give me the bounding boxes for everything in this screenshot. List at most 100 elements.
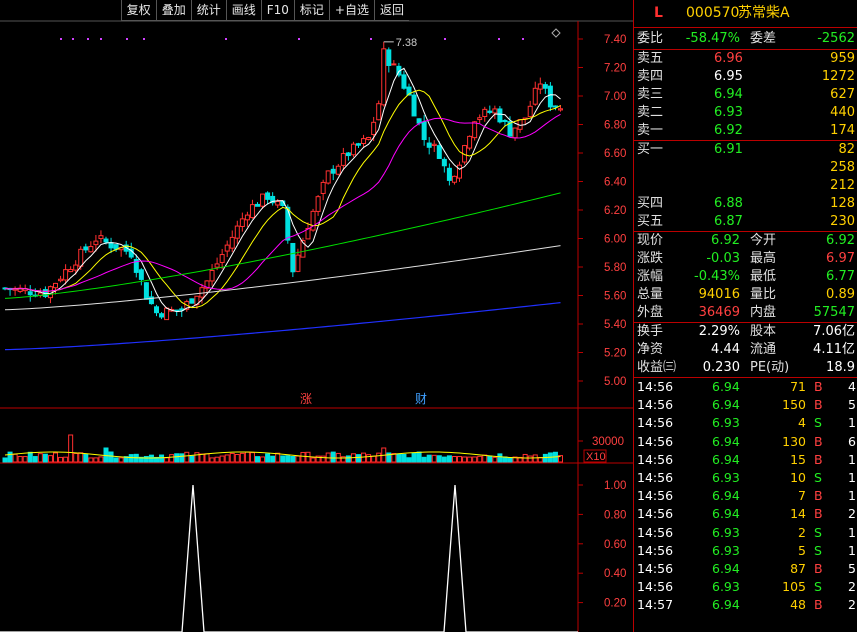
trade-volume: 130 xyxy=(782,433,806,449)
trade-ticks-list[interactable]: 14:56 6.94 71 B 4 14:56 6.94 150 B 5 14:56 6.93 4 S 1 1… xyxy=(634,378,857,614)
ask-level: 卖三 6.94 627 xyxy=(634,86,857,104)
volume-bar xyxy=(451,455,457,463)
bid-volume: 128 xyxy=(830,196,855,211)
trade-volume: 105 xyxy=(782,579,806,595)
candle-body xyxy=(552,105,558,108)
fund-row-2: 净资 4.44 流通 4.11亿 xyxy=(634,341,857,359)
bid-label: 买五 xyxy=(637,214,664,229)
event-dot xyxy=(87,38,89,40)
volume-bar xyxy=(477,455,483,463)
volume-bar xyxy=(275,452,281,463)
pe-value: 18.9 xyxy=(826,360,855,375)
mark-button[interactable]: 标记 xyxy=(293,0,329,21)
add-favorite-button[interactable]: +自选 xyxy=(328,0,374,21)
volume-bar xyxy=(22,456,28,463)
candle-body xyxy=(320,181,326,194)
volume-bar xyxy=(497,453,503,463)
candle-body xyxy=(477,117,483,121)
volume-bar xyxy=(270,455,276,463)
volume-bar xyxy=(32,456,38,463)
ask-price: 6.96 xyxy=(714,51,743,66)
candle-body xyxy=(340,153,346,166)
shares-label: 股本 xyxy=(750,324,777,339)
candle-body xyxy=(108,242,114,249)
open-price: 6.92 xyxy=(826,233,855,248)
price-tick-label: 6.60 xyxy=(604,148,626,160)
volume-bar xyxy=(219,455,225,463)
price-tick-label: 5.40 xyxy=(604,319,626,331)
candle-body xyxy=(431,143,437,147)
volume-unit-label: X10 xyxy=(586,451,606,463)
inner-label: 内盘 xyxy=(750,305,777,320)
outer-value: 36469 xyxy=(698,305,740,320)
trade-price: 6.93 xyxy=(712,469,740,485)
quote-row-change: 涨跌 -0.03 最高 6.97 xyxy=(634,250,857,268)
event-dot xyxy=(225,38,227,40)
kline-chart[interactable]: 7.40 7.20 7.00 6.80 6.60 6.40 6.20 6.00 5.80 5.60… xyxy=(0,0,633,632)
trade-tick-row: 14:56 6.94 15 B 1 xyxy=(634,451,857,469)
volume-bar xyxy=(527,455,533,463)
volume-bar xyxy=(224,454,230,463)
back-button[interactable]: 返回 xyxy=(373,0,409,21)
ask-price: 6.92 xyxy=(714,123,743,138)
stock-name: 苏常柴A xyxy=(738,5,790,21)
quote-row-volume: 总量 94016 量比 0.89 xyxy=(634,286,857,304)
volume-bar xyxy=(214,456,220,463)
candle-body xyxy=(527,105,533,118)
candle-body xyxy=(290,242,296,273)
volume-bar xyxy=(179,453,185,463)
volume-bar xyxy=(68,434,74,463)
candle-body xyxy=(457,164,462,179)
trade-count: 1 xyxy=(848,524,856,540)
trade-time: 14:56 xyxy=(637,542,674,558)
draw-line-button[interactable]: 画线 xyxy=(225,0,261,21)
ask-volume: 440 xyxy=(830,105,855,120)
candle-body xyxy=(285,206,291,241)
price-tick-label: 7.20 xyxy=(604,63,626,75)
price-tick-label: 6.00 xyxy=(604,234,626,246)
weicha-label: 委差 xyxy=(750,31,777,46)
candle-body xyxy=(542,84,548,89)
candle-body xyxy=(239,218,245,227)
ma10-line xyxy=(4,89,561,309)
f10-button[interactable]: F10 xyxy=(260,0,294,21)
overlay-button[interactable]: 叠加 xyxy=(155,0,191,21)
volume-bar xyxy=(532,454,538,463)
eps-value: 0.230 xyxy=(702,360,740,375)
restore-rights-button[interactable]: 复权 xyxy=(120,0,156,21)
trade-tick-row: 14:56 6.94 7 B 1 xyxy=(634,487,857,505)
statistics-button[interactable]: 统计 xyxy=(190,0,226,21)
volume-bar xyxy=(12,453,18,463)
turnover-value: 2.29% xyxy=(698,324,740,339)
volume-bar xyxy=(320,455,326,463)
candle-body xyxy=(244,214,250,221)
candle-body xyxy=(451,175,457,183)
candle-body xyxy=(224,244,230,252)
indicator-line xyxy=(0,484,578,632)
volume-bar xyxy=(159,454,165,463)
kline-chart-area[interactable]: 7.40 7.20 7.00 6.80 6.60 6.40 6.20 6.00 5.80 5.60… xyxy=(0,0,633,632)
volume-bar xyxy=(88,457,94,463)
ask-level: 卖二 6.93 440 xyxy=(634,104,857,122)
candle-body xyxy=(209,269,215,282)
candle-body xyxy=(58,278,64,282)
volume-bar xyxy=(411,452,417,463)
indicator-tick-label: 0.80 xyxy=(604,509,626,521)
trade-count: 4 xyxy=(848,379,856,394)
candle-body xyxy=(53,282,58,289)
trade-volume: 15 xyxy=(790,451,806,467)
quote-row-outer-inner: 外盘 36469 内盘 57547 xyxy=(634,304,857,322)
trade-volume: 2 xyxy=(798,524,806,540)
volume-bar xyxy=(209,457,215,463)
volume-bar xyxy=(164,457,170,463)
low-label: 最低 xyxy=(750,269,777,284)
trade-count: 1 xyxy=(848,451,856,467)
trade-volume: 87 xyxy=(790,560,806,576)
volume-bar xyxy=(244,451,250,463)
event-mark-zhang: 涨 xyxy=(300,391,312,406)
trade-count: 2 xyxy=(848,579,856,595)
fund-row-3: 收益㈢ 0.230 PE(动) 18.9 xyxy=(634,359,857,377)
trade-time: 14:56 xyxy=(637,379,674,394)
trade-count: 2 xyxy=(848,506,856,522)
volume-bar xyxy=(345,455,351,463)
